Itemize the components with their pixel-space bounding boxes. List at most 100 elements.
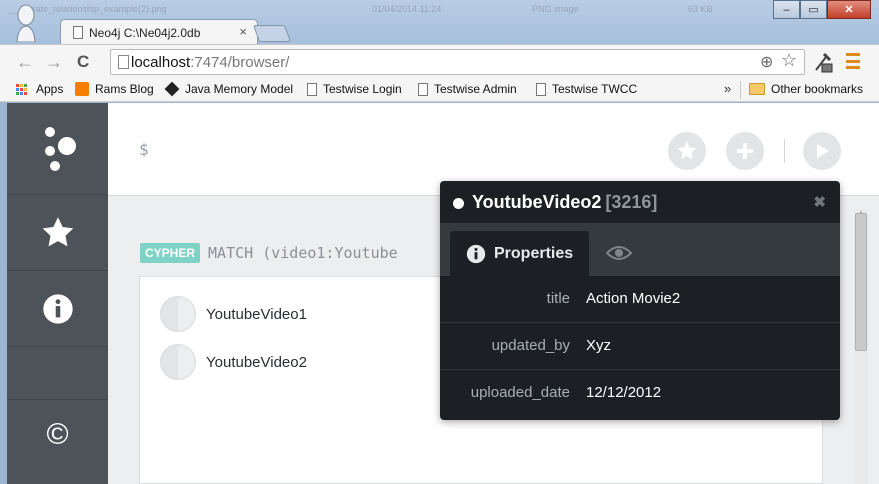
scroll-thumb[interactable] [855, 213, 867, 351]
bookmark-label: Java Memory Model [185, 82, 294, 96]
node-name: YoutubeVideo2 [472, 192, 602, 212]
folder-icon [749, 83, 765, 95]
node-item[interactable]: YoutubeVideo2 [160, 344, 307, 380]
page-icon [418, 82, 428, 96]
plus-icon [737, 143, 753, 159]
popup-title: YoutubeVideo2 [3216] [472, 192, 657, 213]
new-tab-button[interactable] [252, 25, 292, 42]
cypher-badge: CYPHER [140, 243, 201, 263]
zoom-icon[interactable]: ⊕ [760, 52, 773, 72]
window-controls: ‒ ▭ ✕ [773, 0, 871, 20]
new-query-button[interactable] [726, 132, 764, 170]
editor-prompt: $ [139, 140, 149, 159]
play-icon [817, 144, 829, 158]
profile-icon[interactable] [14, 2, 38, 42]
bookmark-testwise-twcc[interactable]: Testwise TWCC [536, 82, 637, 96]
eye-icon[interactable] [606, 244, 632, 262]
sidebar-item-about[interactable]: © [7, 399, 108, 469]
copyright-icon: © [46, 417, 69, 451]
node-label: YoutubeVideo2 [206, 353, 307, 371]
more-bookmarks-button[interactable]: » [724, 81, 731, 96]
bookmarks-bar: Apps Rams Blog Java Memory Model Testwis… [0, 78, 879, 102]
neo4j-logo-icon [44, 126, 76, 171]
close-window-button[interactable]: ✕ [827, 0, 871, 19]
property-value: 12/12/2012 [586, 384, 662, 401]
property-row: uploaded_date 12/12/2012 [440, 370, 840, 417]
property-key: uploaded_date [470, 384, 570, 401]
favorite-query-button[interactable] [668, 132, 706, 170]
url-text[interactable]: localhost:7474/browser/ [131, 54, 289, 71]
info-icon [42, 293, 73, 324]
reload-button[interactable]: C [77, 52, 89, 72]
popup-header: YoutubeVideo2 [3216] ✖ [440, 181, 840, 223]
node-inspector-popup: YoutubeVideo2 [3216] ✖ Properties title A… [440, 181, 840, 420]
menu-icon[interactable] [846, 53, 860, 69]
bookmark-rams-blog[interactable]: Rams Blog [75, 82, 154, 96]
window-titlebar: ___create_relationship_example(2).png 01… [0, 0, 879, 45]
editor-divider [784, 139, 785, 163]
neo4j-logo[interactable] [7, 103, 108, 195]
page-icon [536, 82, 546, 96]
browser-tab[interactable]: Neo4j C:\Ne04j2.0db × [60, 19, 258, 45]
run-query-button[interactable] [803, 132, 841, 170]
property-row: updated_by Xyz [440, 323, 840, 370]
close-tab-icon[interactable]: × [239, 24, 247, 39]
bookmark-apps[interactable]: Apps [16, 82, 63, 96]
maximize-button[interactable]: ▭ [800, 0, 827, 19]
property-key: updated_by [491, 337, 570, 354]
back-button[interactable]: ← [16, 52, 34, 73]
bookmark-label: Testwise Admin [434, 82, 517, 96]
result-frame-header[interactable]: CYPHER MATCH (video1:Youtube [140, 243, 398, 263]
neo4j-sidebar: © [7, 103, 108, 484]
bookmark-label: Testwise TWCC [552, 82, 638, 96]
node-label: YoutubeVideo1 [206, 305, 307, 323]
sidebar-item-favorites[interactable] [7, 195, 108, 271]
background-text: PNG image [532, 4, 579, 14]
bookmark-star-icon[interactable]: ☆ [781, 50, 797, 71]
node-circle [160, 344, 196, 380]
star-icon [677, 141, 697, 160]
node-id: [3216] [605, 192, 658, 212]
close-popup-icon[interactable]: ✖ [813, 193, 826, 211]
bookmark-testwise-admin[interactable]: Testwise Admin [418, 82, 517, 96]
sidebar-item-info[interactable] [7, 271, 108, 347]
tab-title: Neo4j C:\Ne04j2.0db [89, 26, 201, 40]
bookmark-label: Apps [36, 82, 64, 96]
apps-icon [16, 83, 30, 95]
bookmark-testwise-login[interactable]: Testwise Login [307, 82, 402, 96]
property-value: Xyz [586, 337, 612, 354]
node-dot-icon [453, 198, 464, 209]
page-icon [118, 55, 129, 69]
property-value: Action Movie2 [586, 290, 681, 307]
background-text: 01/04/2014 11:24 [372, 4, 442, 14]
browser-toolbar: ← → C localhost:7474/browser/ ⊕ ☆ [0, 44, 879, 78]
bookmark-label: Rams Blog [95, 82, 154, 96]
bookmark-java-memory-model[interactable]: Java Memory Model [164, 81, 294, 97]
tab-properties-label: Properties [494, 244, 574, 262]
node-item[interactable]: YoutubeVideo1 [160, 296, 307, 332]
tab-properties[interactable]: Properties [450, 231, 589, 276]
star-icon [42, 216, 73, 246]
cypher-query[interactable]: MATCH (video1:Youtube [208, 244, 398, 262]
forward-button[interactable]: → [45, 52, 63, 73]
url-host: localhost [131, 54, 191, 71]
minimize-button[interactable]: ‒ [773, 0, 800, 19]
property-row: title Action Movie2 [440, 276, 840, 323]
cube-icon [164, 81, 180, 97]
property-key: title [546, 290, 570, 307]
page-icon [73, 26, 83, 39]
other-bookmarks[interactable]: Other bookmarks [749, 82, 863, 96]
page-icon [307, 82, 317, 96]
bookmarks-divider [740, 81, 741, 99]
extension-icon[interactable] [813, 51, 833, 73]
info-icon [466, 244, 486, 263]
popup-tabs: Properties [440, 223, 840, 276]
bookmark-label: Testwise Login [323, 82, 402, 96]
bookmark-label: Other bookmarks [771, 82, 864, 96]
blogger-icon [75, 82, 89, 96]
page-scrollbar[interactable]: ▲ [854, 209, 868, 484]
address-bar[interactable]: localhost:7474/browser/ ⊕ ☆ [110, 49, 805, 75]
url-path: :7474/browser/ [190, 54, 290, 71]
node-circle [160, 296, 196, 332]
background-text: 63 KB [688, 4, 713, 14]
